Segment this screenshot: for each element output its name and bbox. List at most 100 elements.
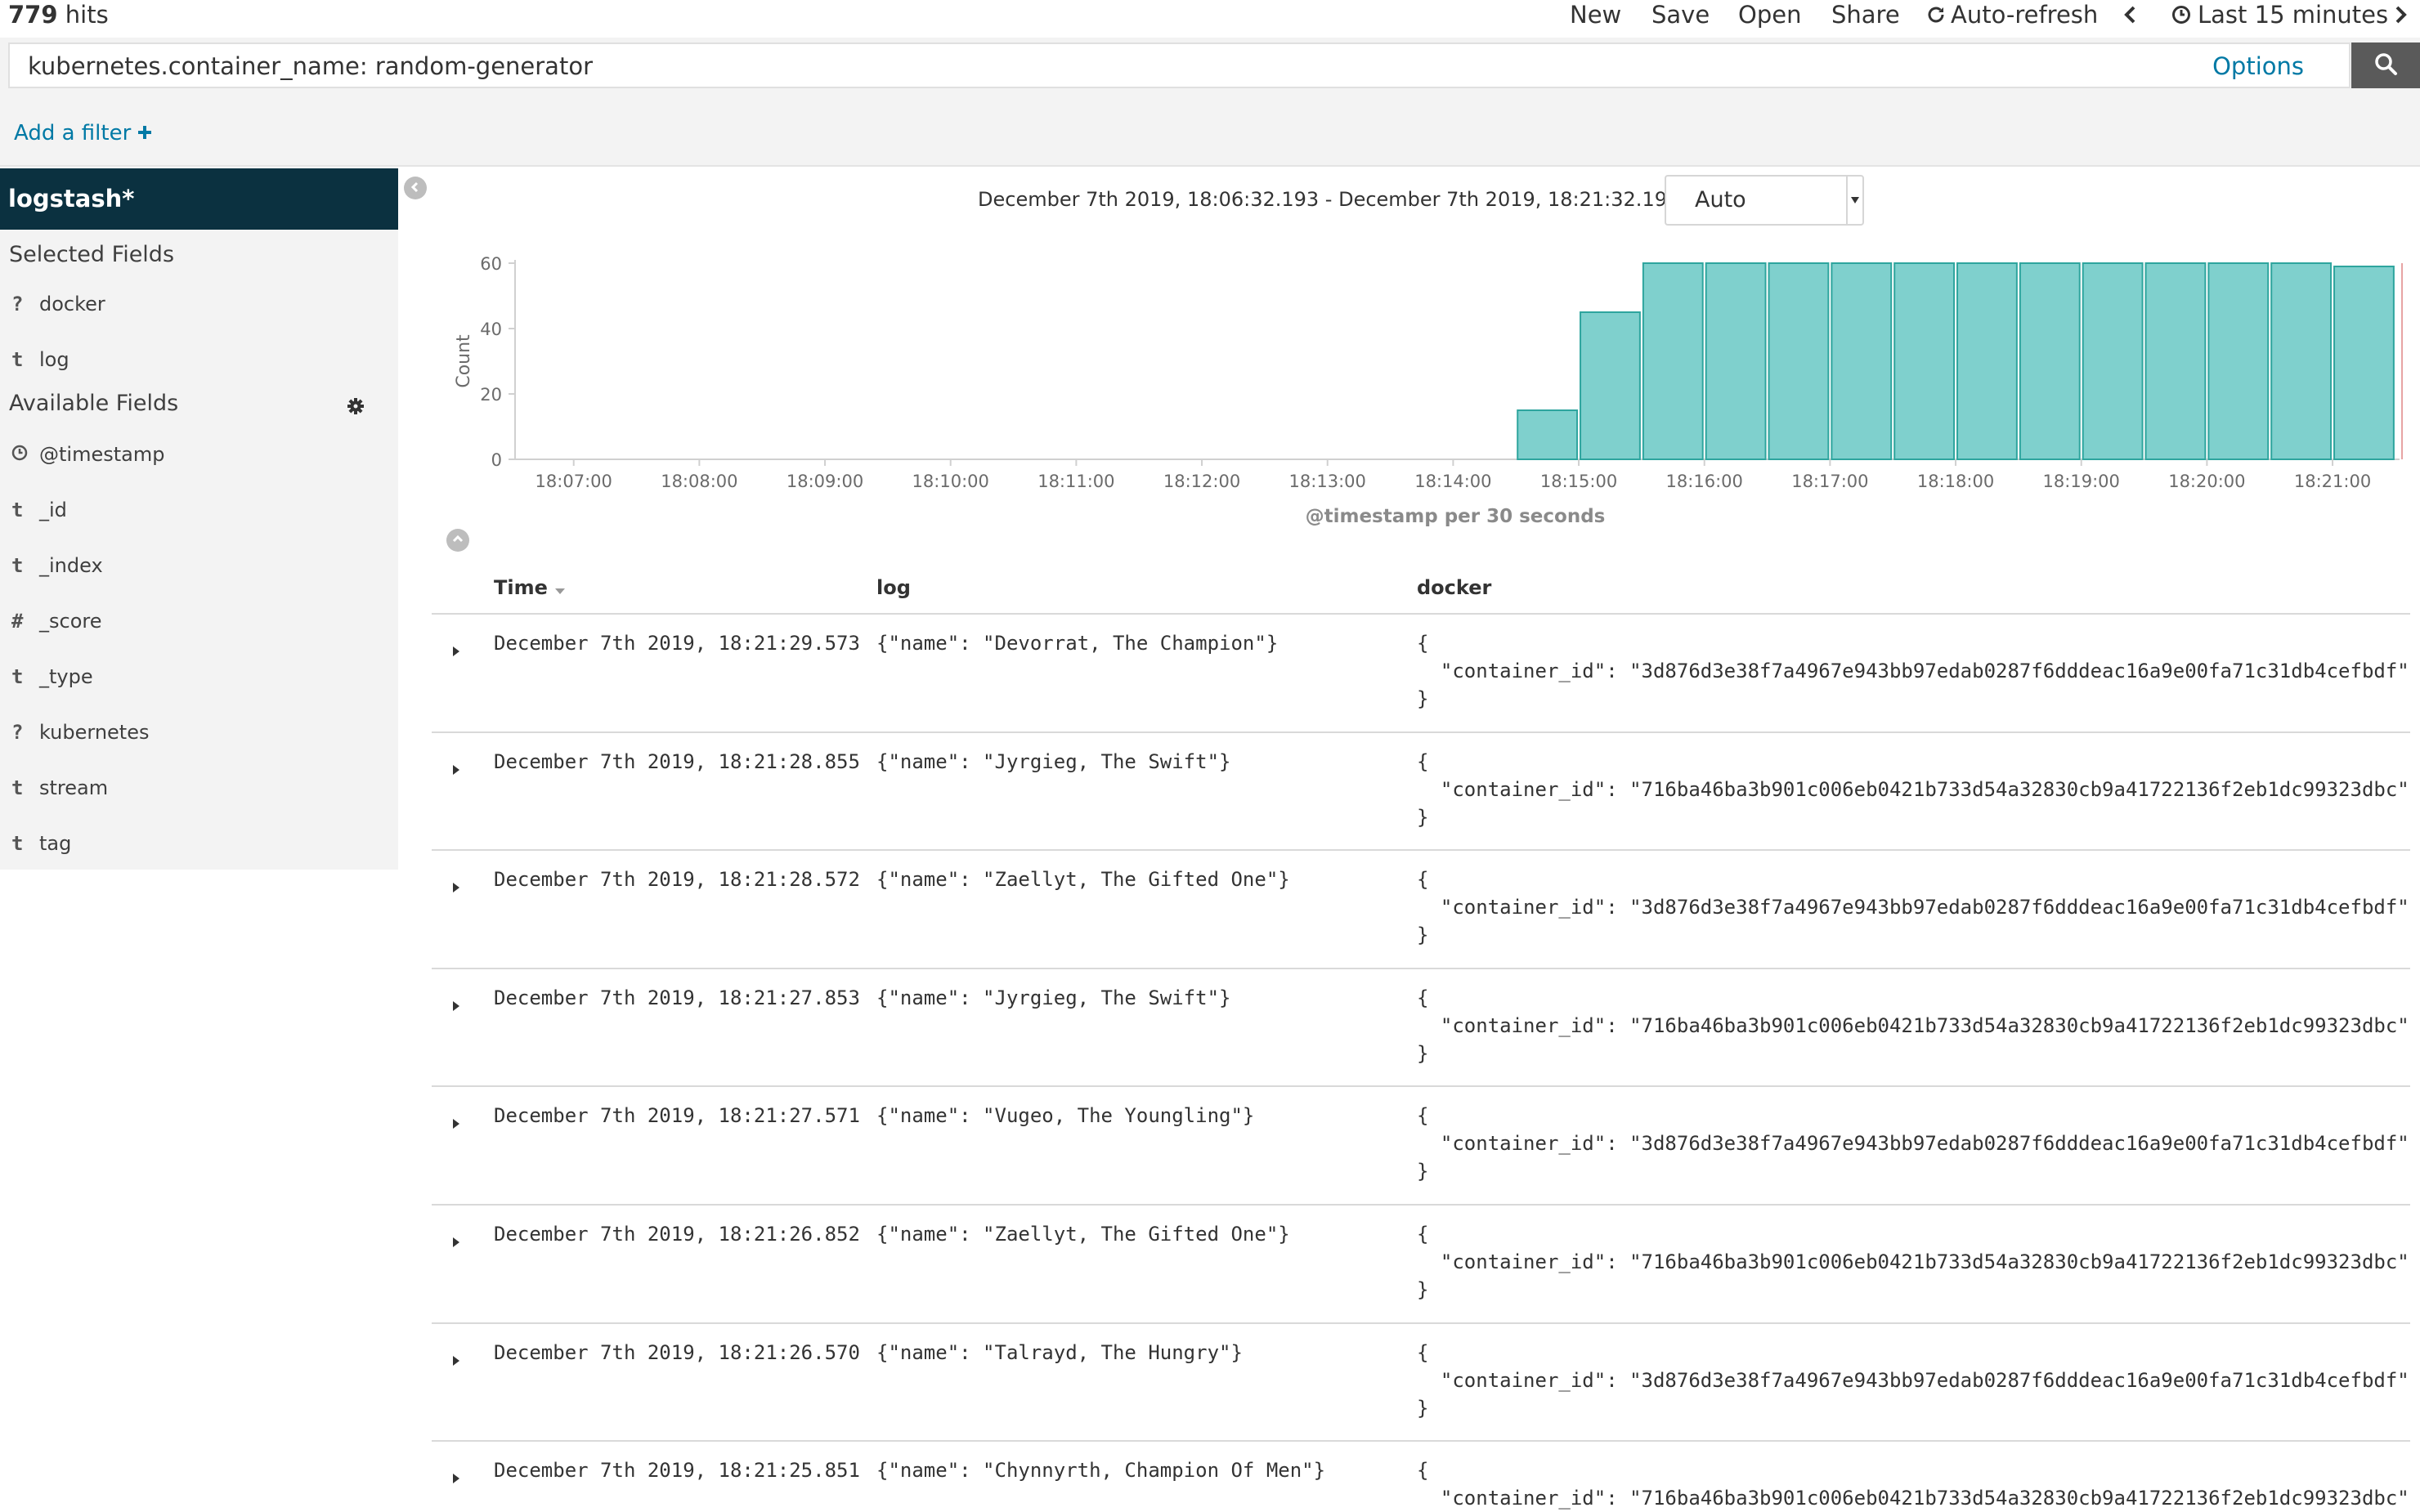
field-item-docker[interactable]: ? docker bbox=[0, 281, 398, 327]
expand-row-icon[interactable] bbox=[451, 1349, 461, 1371]
field-item-log[interactable]: t log bbox=[0, 337, 398, 382]
x-tick-label: 18:09:00 bbox=[786, 472, 863, 491]
expand-row-icon[interactable] bbox=[451, 1230, 461, 1253]
expand-row-icon[interactable] bbox=[451, 1466, 461, 1489]
expand-row-icon[interactable] bbox=[451, 758, 461, 781]
chevron-left-icon bbox=[410, 181, 421, 196]
cell-time: December 7th 2019, 18:21:25.851 bbox=[494, 1459, 860, 1483]
gear-icon[interactable] bbox=[347, 397, 365, 418]
expand-row-icon[interactable] bbox=[451, 639, 461, 662]
auto-refresh-button[interactable]: Auto-refresh bbox=[1926, 0, 2098, 29]
histogram-chart: Count @timestamp per 30 seconds 0 20 40 60 1… bbox=[454, 254, 2403, 527]
x-tick-label: 18:13:00 bbox=[1289, 472, 1366, 491]
time-forward-button[interactable] bbox=[2392, 0, 2409, 29]
docker-open-brace: { bbox=[1417, 1459, 1429, 1483]
available-fields-title: Available Fields bbox=[9, 391, 179, 416]
search-button[interactable] bbox=[2351, 42, 2420, 88]
docker-container-id: "container_id": "716ba46ba3b901c006eb042… bbox=[1417, 1250, 2409, 1273]
new-button[interactable]: New bbox=[1570, 0, 1621, 29]
field-name: kubernetes bbox=[39, 721, 150, 744]
field-item-score[interactable]: # _score bbox=[0, 598, 398, 644]
histogram-bar bbox=[2270, 262, 2333, 460]
cell-docker: { "container_id": "716ba46ba3b901c006eb0… bbox=[1417, 1220, 2409, 1304]
field-item-timestamp[interactable]: @timestamp bbox=[0, 432, 398, 477]
cell-time: December 7th 2019, 18:21:27.853 bbox=[494, 986, 860, 1009]
save-button[interactable]: Save bbox=[1651, 0, 1710, 29]
docker-container-id: "container_id": "3d876d3e38f7a4967e943bb… bbox=[1417, 660, 2409, 682]
table-row[interactable]: December 7th 2019, 18:21:26.852 {"name": … bbox=[432, 1206, 2410, 1324]
cell-docker: { "container_id": "716ba46ba3b901c006eb0… bbox=[1417, 1456, 2409, 1512]
cell-log: {"name": "Chynnyrth, Champion Of Men"} bbox=[876, 1459, 1326, 1483]
open-button[interactable]: Open bbox=[1738, 0, 1801, 29]
clock-icon bbox=[2171, 5, 2191, 25]
cell-docker: { "container_id": "716ba46ba3b901c006eb0… bbox=[1417, 984, 2409, 1067]
y-axis-label: Count bbox=[454, 334, 474, 388]
field-item-type[interactable]: t _type bbox=[0, 654, 398, 700]
x-tick-label: 18:17:00 bbox=[1791, 472, 1868, 491]
table-row[interactable]: December 7th 2019, 18:21:26.570 {"name": … bbox=[432, 1324, 2410, 1443]
field-type-unknown: ? bbox=[11, 293, 24, 315]
x-tick-label: 18:19:00 bbox=[2043, 472, 2120, 491]
field-type-string: t bbox=[11, 348, 24, 371]
x-tick-label: 18:14:00 bbox=[1414, 472, 1491, 491]
column-header-time[interactable]: Time bbox=[494, 566, 566, 611]
plus-icon bbox=[137, 119, 152, 147]
time-picker-button[interactable]: Last 15 minutes bbox=[2171, 0, 2388, 29]
cell-time: December 7th 2019, 18:21:28.572 bbox=[494, 868, 860, 892]
y-tick-label: 20 bbox=[480, 385, 502, 405]
table-row[interactable]: December 7th 2019, 18:21:28.855 {"name": … bbox=[432, 733, 2410, 852]
field-item-id[interactable]: t _id bbox=[0, 487, 398, 533]
docker-close-brace: } bbox=[1417, 1396, 1429, 1420]
search-icon bbox=[2373, 51, 2398, 79]
histogram-bar bbox=[2082, 262, 2144, 460]
column-header-docker[interactable]: docker bbox=[1417, 566, 1491, 610]
index-pattern-selector[interactable]: logstash* bbox=[0, 168, 398, 230]
histogram-bar bbox=[1956, 262, 2018, 460]
interval-value: Auto bbox=[1695, 187, 1746, 212]
table-row[interactable]: December 7th 2019, 18:21:29.573 {"name": … bbox=[432, 615, 2410, 733]
save-label: Save bbox=[1651, 1, 1710, 29]
new-label: New bbox=[1570, 1, 1622, 29]
share-button[interactable]: Share bbox=[1831, 0, 1900, 29]
query-input[interactable]: kubernetes.container_name: random-genera… bbox=[8, 42, 2351, 88]
cell-log: {"name": "Devorrat, The Champion"} bbox=[876, 632, 1279, 655]
sort-desc-icon[interactable] bbox=[554, 566, 566, 611]
cell-docker: { "container_id": "3d876d3e38f7a4967e943… bbox=[1417, 1102, 2409, 1185]
field-item-tag[interactable]: t tag bbox=[0, 821, 398, 866]
options-link[interactable]: Options bbox=[2212, 44, 2304, 88]
collapse-sidebar-button[interactable] bbox=[404, 177, 427, 199]
caret-down-icon bbox=[1846, 177, 1862, 224]
hits-label: hits bbox=[65, 1, 109, 29]
cell-time: December 7th 2019, 18:21:26.570 bbox=[494, 1340, 860, 1364]
x-tick-label: 18:10:00 bbox=[912, 472, 989, 491]
histogram-bar bbox=[1768, 262, 1830, 460]
cell-docker: { "container_id": "3d876d3e38f7a4967e943… bbox=[1417, 1339, 2409, 1422]
time-back-button[interactable] bbox=[2122, 0, 2139, 29]
field-name: @timestamp bbox=[39, 443, 165, 466]
x-tick-label: 18:20:00 bbox=[2168, 472, 2245, 491]
field-item-kubernetes[interactable]: ? kubernetes bbox=[0, 709, 398, 755]
histogram-bar bbox=[1705, 262, 1767, 460]
table-row[interactable]: December 7th 2019, 18:21:27.853 {"name": … bbox=[432, 969, 2410, 1088]
table-row[interactable]: December 7th 2019, 18:21:27.571 {"name": … bbox=[432, 1087, 2410, 1206]
docker-container-id: "container_id": "716ba46ba3b901c006eb042… bbox=[1417, 1487, 2409, 1510]
column-header-log[interactable]: log bbox=[876, 566, 911, 610]
expand-row-icon[interactable] bbox=[451, 994, 461, 1017]
field-item-stream[interactable]: t stream bbox=[0, 765, 398, 811]
expand-row-icon[interactable] bbox=[451, 875, 461, 898]
docker-close-brace: } bbox=[1417, 687, 1429, 710]
cell-log: {"name": "Talrayd, The Hungry"} bbox=[876, 1340, 1243, 1364]
interval-select[interactable]: Auto bbox=[1665, 175, 1864, 226]
toggle-chart-button[interactable] bbox=[446, 529, 469, 552]
cell-log: {"name": "Zaellyt, The Gifted One"} bbox=[876, 868, 1290, 892]
x-tick-label: 18:12:00 bbox=[1163, 472, 1240, 491]
cell-time: December 7th 2019, 18:21:28.855 bbox=[494, 749, 860, 773]
field-item-index[interactable]: t _index bbox=[0, 543, 398, 588]
table-row[interactable]: December 7th 2019, 18:21:28.572 {"name": … bbox=[432, 851, 2410, 969]
expand-row-icon[interactable] bbox=[451, 1112, 461, 1134]
add-filter-link[interactable]: Add a filter bbox=[14, 119, 152, 147]
table-row[interactable]: December 7th 2019, 18:21:25.851 {"name": … bbox=[432, 1442, 2410, 1512]
docker-container-id: "container_id": "3d876d3e38f7a4967e943bb… bbox=[1417, 1368, 2409, 1392]
x-tick-label: 18:15:00 bbox=[1540, 472, 1617, 491]
clock-icon bbox=[0, 443, 39, 466]
